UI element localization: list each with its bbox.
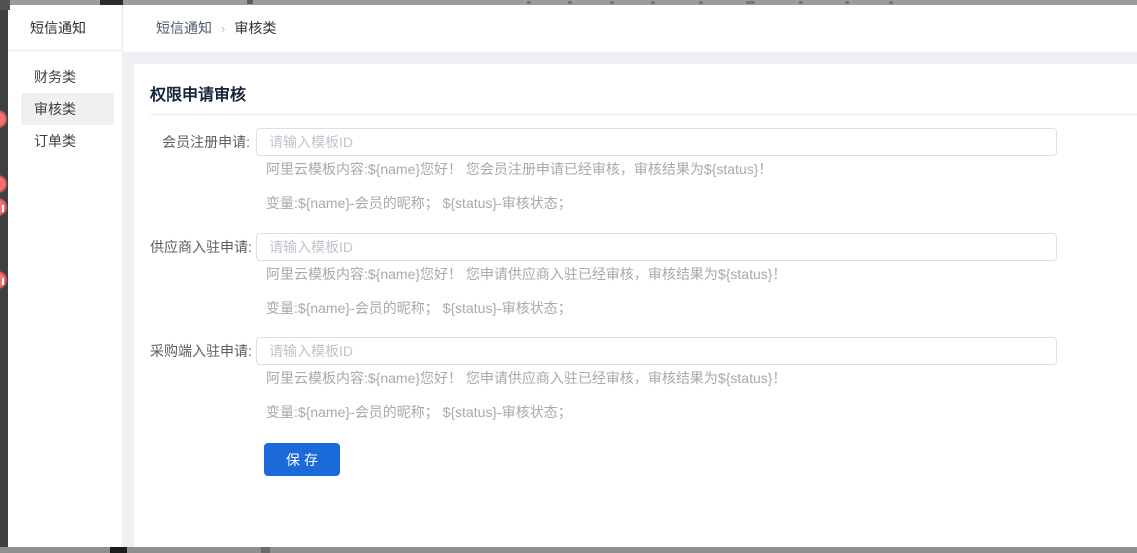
bottom-edge-mark xyxy=(110,547,127,553)
left-edge-strip xyxy=(0,0,8,553)
window-top-edge xyxy=(0,0,1137,5)
template-content-note: 阿里云模板内容:${name}您好！ 您申请供应商入驻已经审核，审核结果为${s… xyxy=(266,368,786,388)
sidebar-menu: 财务类 审核类 订单类 xyxy=(8,51,122,157)
template-content-note: 阿里云模板内容:${name}您好！ 您申请供应商入驻已经审核，审核结果为${s… xyxy=(266,264,786,284)
form-group-supplier-entry: 供应商入驻申请: 阿里云模板内容:${name}您好！ 您申请供应商入驻已经审核… xyxy=(134,233,1137,329)
content-card: 权限申请审核 会员注册申请: 阿里云模板内容:${name}您好！ 您会员注册申… xyxy=(134,64,1137,547)
form-group-purchaser-entry: 采购端入驻申请: 阿里云模板内容:${name}您好！ 您申请供应商入驻已经审核… xyxy=(134,337,1137,433)
supplier-entry-label: 供应商入驻申请: xyxy=(150,233,250,261)
sidebar-item-finance[interactable]: 财务类 xyxy=(21,61,114,93)
top-edge-tick xyxy=(889,1,893,4)
purchaser-entry-template-id-input[interactable] xyxy=(256,337,1057,365)
member-register-template-id-input[interactable] xyxy=(256,128,1057,156)
top-edge-tick xyxy=(610,1,614,4)
notification-badge xyxy=(0,110,7,128)
top-edge-tick xyxy=(699,1,703,4)
breadcrumb-item-sms-notice[interactable]: 短信通知 xyxy=(156,20,212,36)
sidebar: 短信通知 财务类 审核类 订单类 xyxy=(8,5,122,547)
notification-badge xyxy=(0,271,7,289)
save-button[interactable]: 保存 xyxy=(264,443,340,476)
sidebar-item-audit[interactable]: 审核类 xyxy=(21,93,114,125)
breadcrumb: 短信通知 › 审核类 xyxy=(123,5,1137,52)
top-edge-mark xyxy=(100,0,123,5)
variables-note: 变量:${name}-会员的昵称； ${status}-审核状态； xyxy=(266,298,572,318)
page-title: 权限申请审核 xyxy=(150,81,246,105)
bottom-edge-mark xyxy=(261,547,270,553)
title-divider xyxy=(150,114,1137,115)
variables-note: 变量:${name}-会员的昵称； ${status}-审核状态； xyxy=(266,402,572,422)
window-bottom-edge xyxy=(0,547,1137,553)
app-window: 短信通知 财务类 审核类 订单类 短信通知 › 审核类 权限申请审核 会员注册申请:… xyxy=(0,0,1137,553)
top-edge-tick xyxy=(527,1,531,4)
notification-badge xyxy=(0,198,7,216)
variables-note: 变量:${name}-会员的昵称； ${status}-审核状态； xyxy=(266,193,572,213)
breadcrumb-item-audit: 审核类 xyxy=(234,20,276,36)
top-edge-tick xyxy=(845,1,849,4)
top-edge-tick xyxy=(799,1,803,4)
purchaser-entry-label: 采购端入驻申请: xyxy=(150,337,250,365)
form-group-member-register: 会员注册申请: 阿里云模板内容:${name}您好！ 您会员注册申请已经审核，审… xyxy=(134,128,1137,224)
template-content-note: 阿里云模板内容:${name}您好！ 您会员注册申请已经审核，审核结果为${st… xyxy=(266,159,772,179)
top-edge-tick xyxy=(651,1,655,4)
breadcrumb-bar: 短信通知 › 审核类 xyxy=(122,5,1137,52)
top-edge-tick xyxy=(746,1,755,4)
sidebar-title: 短信通知 xyxy=(8,5,122,51)
notification-badge xyxy=(0,175,7,193)
top-edge-mark xyxy=(247,0,253,4)
chevron-right-icon: › xyxy=(221,21,225,36)
window-corner xyxy=(0,0,10,10)
supplier-entry-template-id-input[interactable] xyxy=(256,233,1057,261)
sidebar-item-order[interactable]: 订单类 xyxy=(21,125,114,157)
top-edge-tick xyxy=(568,1,572,4)
member-register-label: 会员注册申请: xyxy=(150,128,250,156)
